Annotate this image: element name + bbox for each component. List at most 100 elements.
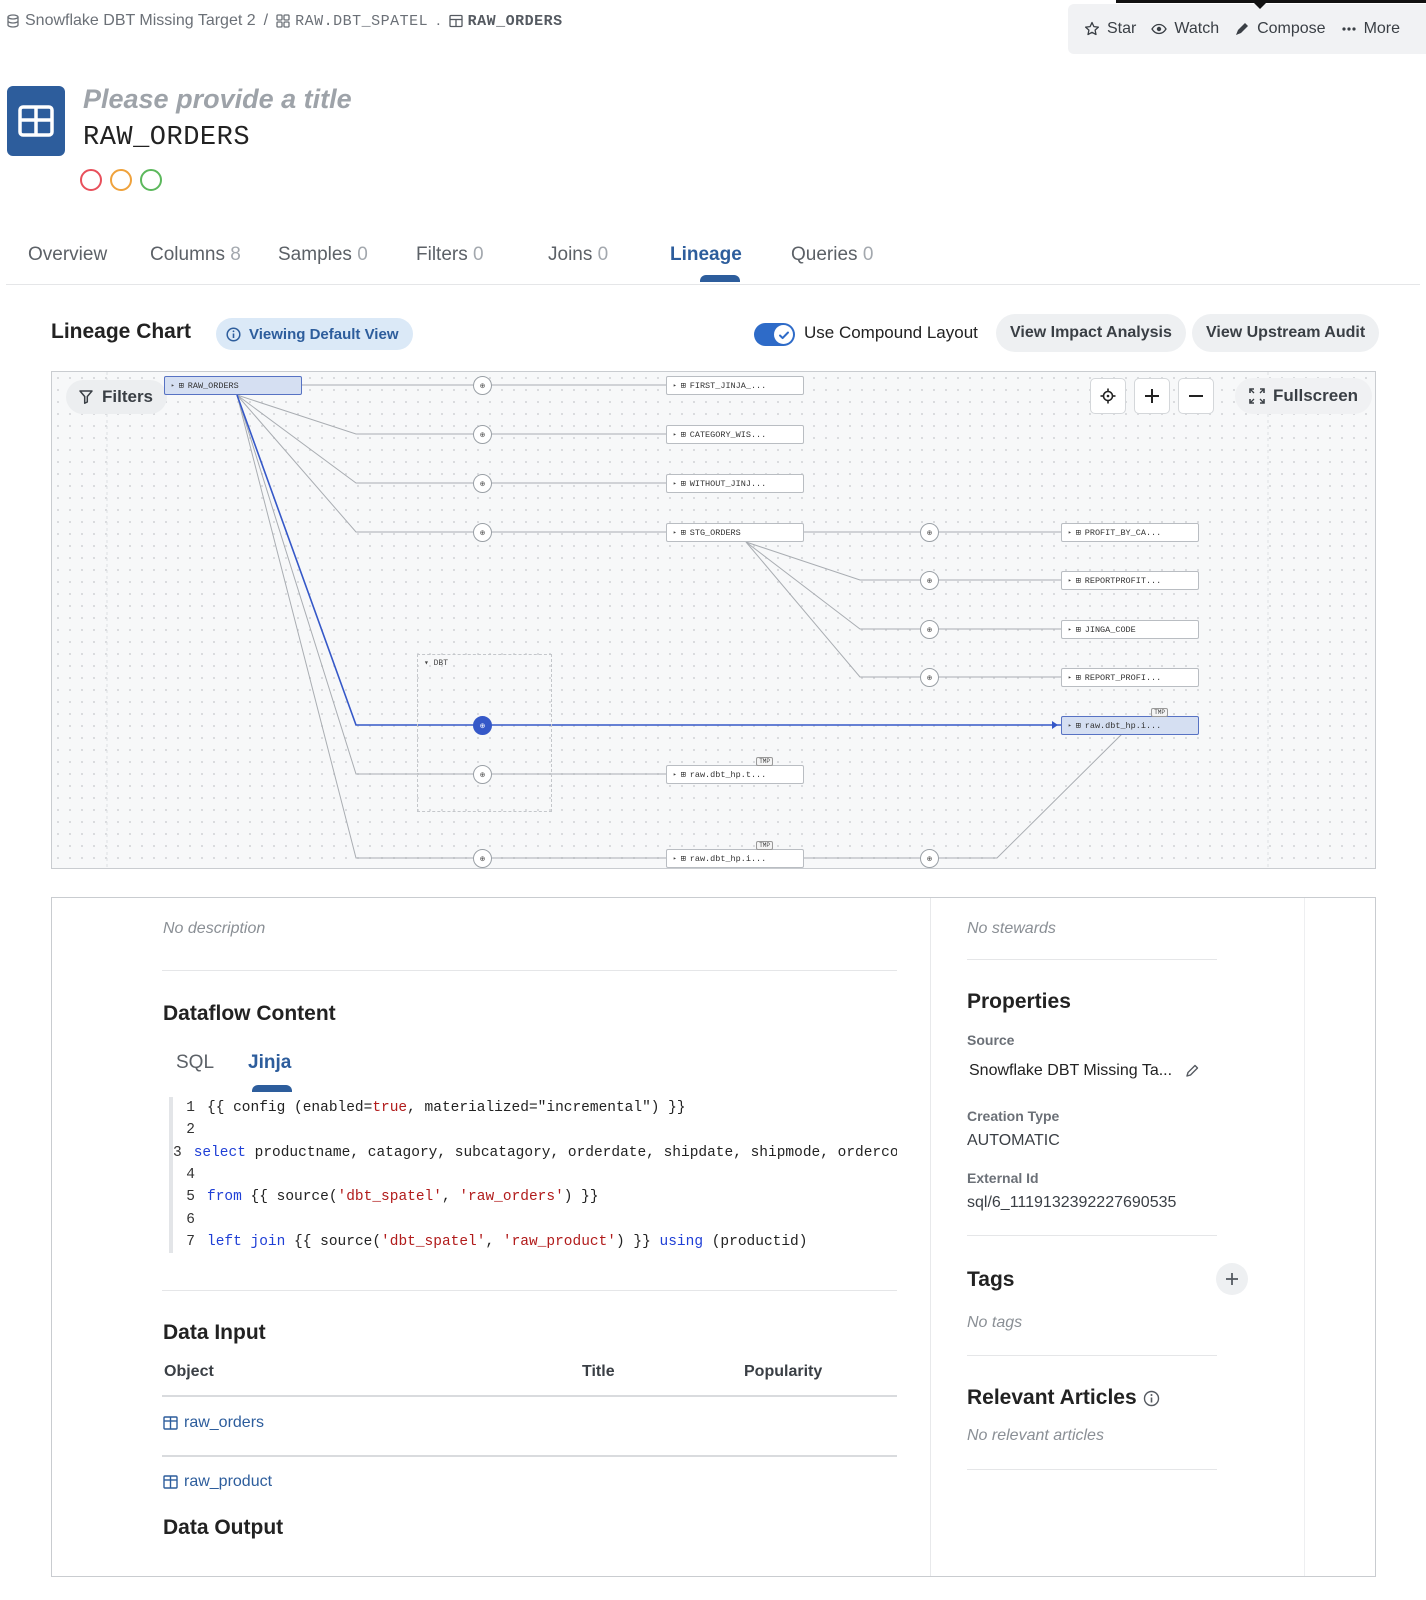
operation-node[interactable]: ⊕ [920,523,939,542]
node-stg-orders[interactable]: ▸ ⊞ STG_ORDERS [666,523,804,542]
node-raw-dbt-hp-i[interactable]: ▸ ⊞ raw.dbt_hp.i... TMP [666,841,804,868]
node-label: STG_ORDERS [689,527,741,538]
column-header-object[interactable]: Object [164,1363,214,1381]
center-view-button[interactable] [1090,378,1126,414]
operation-node[interactable]: ⊕ [473,376,492,395]
tab-queries[interactable]: Queries 0 [791,244,873,266]
node-jinga-code[interactable]: ▸ ⊞ JINGA_CODE [1061,620,1199,639]
impact-analysis-button[interactable]: View Impact Analysis [996,314,1186,352]
details-panel: No description Dataflow Content SQL Jinj… [51,897,1376,1577]
node-reportprofit[interactable]: ▸ ⊞ REPORTPROFIT... [1061,571,1199,590]
operation-node[interactable]: ⊕ [473,523,492,542]
code-text: left join {{ source('dbt_spatel', 'raw_p… [207,1233,808,1250]
tab-bar: Overview Columns 8 Samples 0 Filters 0 J… [6,228,1420,285]
info-icon[interactable] [1143,1390,1160,1407]
code-tab-jinja[interactable]: Jinja [248,1052,291,1074]
compound-layout-label: Use Compound Layout [804,323,978,342]
line-number: 4 [186,1167,195,1184]
node-raw-dbt-hp-t[interactable]: ▸ ⊞ raw.dbt_hp.t... TMP [666,757,804,784]
description-placeholder[interactable]: No description [163,920,265,938]
data-input-title: Data Input [163,1321,266,1344]
node-report-profi[interactable]: ▸ ⊞ REPORT_PROFI... [1061,668,1199,687]
add-tag-button[interactable] [1216,1263,1248,1295]
fullscreen-button[interactable]: Fullscreen [1235,378,1373,414]
table-icon: ⊞ [178,380,184,391]
table-icon: ⊞ [1075,624,1081,635]
divider [967,1355,1217,1356]
input-row-raw-orders[interactable]: raw_orders [163,1414,264,1432]
operation-node[interactable]: ⊕ [473,765,492,784]
tab-joins[interactable]: Joins 0 [548,244,608,266]
watch-button[interactable]: Watch [1151,20,1219,38]
divider [967,1469,1217,1470]
stewards-placeholder[interactable]: No stewards [967,920,1056,938]
edit-icon[interactable] [1184,1063,1200,1079]
tab-overview[interactable]: Overview [28,244,107,266]
breadcrumb-schema[interactable]: RAW.DBT_SPATEL [276,13,428,30]
node-label: raw.dbt_hp.i... [1084,720,1162,731]
tab-filters[interactable]: Filters 0 [416,244,484,266]
source-value[interactable]: Snowflake DBT Missing Ta... [969,1062,1200,1080]
edge-reportprofit [745,541,1078,581]
more-button[interactable]: More [1341,20,1400,38]
input-row-raw-product[interactable]: raw_product [163,1473,272,1491]
title-placeholder[interactable]: Please provide a title [83,84,352,115]
page-title: RAW_ORDERS [83,123,251,153]
relevant-articles-title: Relevant Articles [967,1386,1160,1410]
node-category-wis[interactable]: ▸ ⊞ CATEGORY_WIS... [666,425,804,444]
filters-button[interactable]: Filters [66,380,168,414]
node-raw-dbt-hp-selected[interactable]: ▸ ⊞ raw.dbt_hp.i... TMP [1061,708,1199,735]
table-icon: ⊞ [1075,672,1081,683]
operation-node[interactable]: ⊕ [920,668,939,687]
zoom-out-button[interactable] [1178,378,1214,414]
node-first-jinja[interactable]: ▸ ⊞ FIRST_JINJA_... [666,376,804,395]
tab-columns[interactable]: Columns 8 [150,244,241,266]
tab-lineage[interactable]: Lineage [670,244,742,266]
node-label: CATEGORY_WIS... [689,429,767,440]
breadcrumb-source[interactable]: Snowflake DBT Missing Target 2 [6,12,256,30]
code-text: {{ config (enabled=true, materialized="i… [207,1100,686,1117]
tags-title: Tags [967,1268,1015,1291]
fullscreen-label: Fullscreen [1273,386,1359,405]
star-button[interactable]: Star [1084,20,1136,38]
ellipsis-icon [1341,27,1356,31]
code-editor[interactable]: 1 {{ config (enabled=true, materialized="… [169,1097,897,1253]
active-code-tab-indicator [252,1085,292,1092]
code-tab-sql[interactable]: SQL [176,1052,214,1074]
lineage-canvas[interactable]: ▾ DBT Filters Fullscreen ▸ ⊞ RAW_ORDERS ▸ ⊞… [51,371,1376,869]
operation-node[interactable]: ⊕ [920,620,939,639]
node-raw-orders[interactable]: ▸ ⊞ RAW_ORDERS [164,376,302,395]
operation-node[interactable]: ⊕ [473,425,492,444]
tab-samples[interactable]: Samples 0 [278,244,368,266]
tmp-badge: TMP [756,841,773,850]
zoom-in-button[interactable] [1134,378,1170,414]
breadcrumb-table[interactable]: RAW_ORDERS [448,13,563,30]
node-label: raw.dbt_hp.t... [689,769,767,780]
column-divider [1304,898,1305,1576]
operation-node[interactable]: ⊕ [920,571,939,590]
tab-label: Columns [150,244,225,265]
upstream-audit-button[interactable]: View Upstream Audit [1192,314,1380,352]
operation-node[interactable]: ⊕ [920,849,939,868]
tmp-badge: TMP [1151,708,1168,717]
operation-node[interactable]: ⊕ [473,849,492,868]
plus-icon [1145,389,1159,403]
column-header-popularity[interactable]: Popularity [744,1363,822,1381]
code-text: from {{ source('dbt_spatel', 'raw_orders… [207,1189,599,1206]
column-header-title[interactable]: Title [582,1363,615,1381]
table-icon [448,14,463,28]
view-pill[interactable]: Viewing Default View [216,318,413,350]
status-circle-orange[interactable] [110,169,132,191]
tags-placeholder: No tags [967,1314,1023,1331]
compose-button[interactable]: Compose [1234,20,1326,38]
status-circle-red[interactable] [80,169,102,191]
status-circle-green[interactable] [140,169,162,191]
toggle-knob [774,325,793,344]
line-number: 1 [186,1100,195,1117]
compound-layout-toggle[interactable] [754,323,795,346]
node-profit-by-ca[interactable]: ▸ ⊞ PROFIT_BY_CA... [1061,523,1199,542]
operation-node[interactable]: ⊕ [473,474,492,493]
operation-node-selected[interactable]: ⊕ [473,716,492,735]
node-without-jinj[interactable]: ▸ ⊞ WITHOUT_JINJ... [666,474,804,493]
table-icon: ⊞ [680,429,686,440]
